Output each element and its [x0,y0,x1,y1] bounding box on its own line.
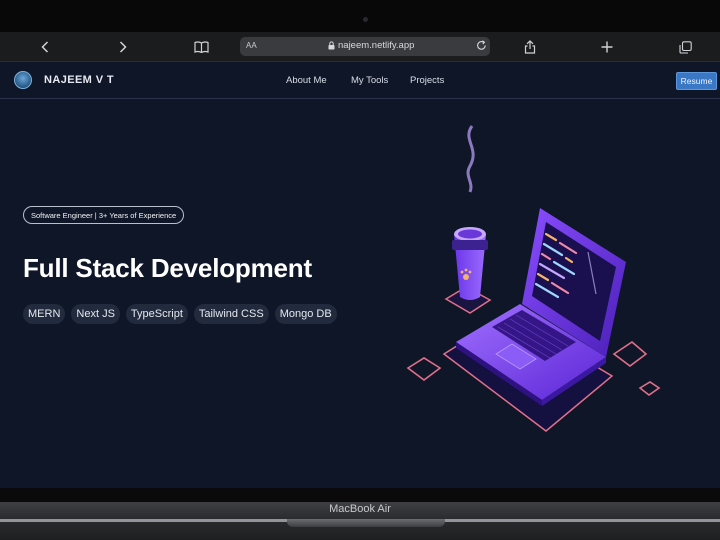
forward-icon[interactable] [116,32,130,62]
text-size-button[interactable]: AA [246,41,257,50]
tech-tag: Tailwind CSS [193,304,269,324]
laptop-illustration [406,125,661,432]
decor-diamond [612,340,648,367]
resume-button[interactable]: Resume [676,72,717,90]
webcam [363,17,368,22]
reload-icon[interactable] [476,40,487,54]
lock-icon [328,41,335,53]
tech-tag: Next JS [71,304,120,324]
hero-headline: Full Stack Development [23,253,312,283]
tech-tag: Mongo DB [274,304,337,324]
screen-bezel-bottom [0,488,720,502]
url-text[interactable]: najeem.netlify.app [338,40,414,51]
nav-my-tools[interactable]: My Tools [351,75,388,86]
model-label: MacBook Air [329,503,391,515]
nav-projects[interactable]: Projects [410,75,444,86]
tabs-icon[interactable] [677,32,693,62]
tech-tags: MERN Next JS TypeScript Tailwind CSS Mon… [23,304,337,324]
new-tab-icon[interactable] [599,32,615,62]
decor-diamond [638,381,661,396]
decor-diamond [406,357,442,381]
share-icon[interactable] [522,32,538,62]
tech-tag: MERN [23,304,66,324]
brand-logo[interactable] [14,71,32,89]
steam [466,125,475,193]
experience-badge: Software Engineer | 3+ Years of Experien… [23,206,185,224]
lid-notch [287,519,445,527]
website-viewport: NAJEEM V T About Me My Tools Projects Re… [0,62,720,488]
nav-about-me[interactable]: About Me [286,75,327,86]
screen-bezel-top [0,0,720,32]
brand-name[interactable]: NAJEEM V T [44,74,114,86]
bookmarks-icon[interactable] [192,32,210,62]
tech-tag: TypeScript [125,304,188,324]
back-icon[interactable] [38,32,52,62]
address-bar[interactable]: AA najeem.netlify.app [240,37,490,56]
hinge-strip [445,519,720,522]
site-navbar: NAJEEM V T About Me My Tools Projects Re… [0,62,720,99]
hinge-strip [0,519,287,522]
